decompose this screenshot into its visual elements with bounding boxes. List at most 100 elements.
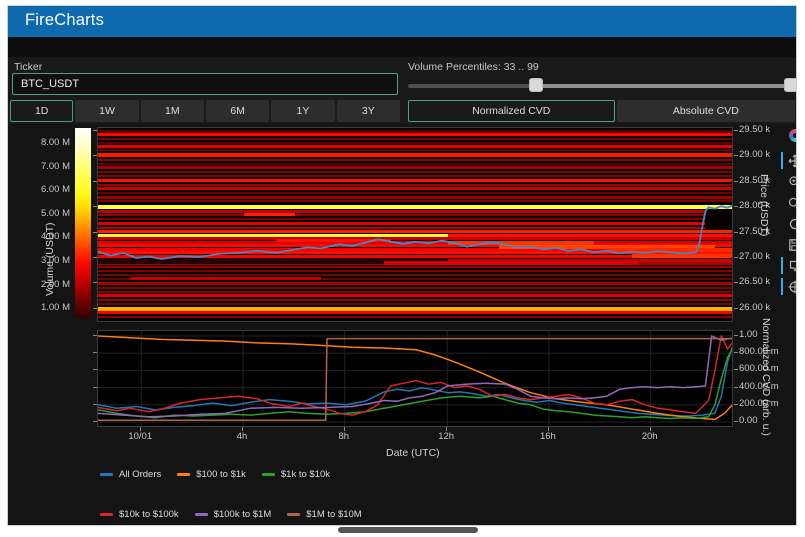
tick-mark: [446, 427, 447, 431]
tick-label: 7.00 M: [30, 162, 70, 172]
tick-mark: [734, 282, 738, 283]
tick-mark: [734, 369, 738, 370]
wheel-zoom-tool-icon[interactable]: [787, 195, 797, 210]
volume-percentiles-slider[interactable]: [408, 57, 795, 97]
tick-label: 20h: [630, 432, 670, 442]
bokeh-logo-icon[interactable]: [787, 128, 797, 143]
tick-mark: [734, 335, 738, 336]
tick-mark: [734, 308, 738, 309]
legend-item: $1k to $10k: [262, 469, 330, 480]
tick-label: 1.00 M: [30, 303, 70, 313]
timeframe-1d-button[interactable]: 1D: [10, 100, 73, 122]
subbar: [8, 37, 796, 57]
crosshair-tool-icon[interactable]: [787, 279, 797, 294]
cvd-lines: [98, 331, 733, 427]
tick-mark: [734, 387, 738, 388]
x-axis-title: Date (UTC): [386, 447, 440, 459]
legend-label: $10k to $100k: [119, 509, 179, 520]
volume-heatmap-plot[interactable]: [97, 127, 733, 322]
pan-tool-icon[interactable]: [787, 153, 797, 168]
legend-row-1: All Orders $100 to $1k $1k to $10k: [100, 468, 330, 480]
tick-label: 16h: [528, 432, 568, 442]
tick-label: 1.00: [739, 330, 758, 340]
tick-mark: [93, 335, 97, 336]
tick-mark: [93, 232, 97, 233]
tick-label: 29.00 k: [739, 150, 770, 160]
legend-row-2: $10k to $100k $100k to $1M $1M to $10M: [100, 508, 362, 520]
tick-mark: [93, 206, 97, 207]
legend-item: $1M to $10M: [287, 509, 361, 520]
legend-swatch: [100, 473, 113, 476]
tick-mark: [93, 257, 97, 258]
ticker-input[interactable]: [12, 73, 398, 95]
tick-label: 0.00: [739, 416, 758, 426]
scrollbar-thumb[interactable]: [338, 527, 478, 533]
hover-tool-icon[interactable]: [787, 258, 797, 273]
tick-label: 8h: [324, 432, 364, 442]
tick-mark: [650, 427, 651, 431]
tick-mark: [242, 427, 243, 431]
legend-swatch: [287, 513, 300, 516]
absolute-cvd-button[interactable]: Absolute CVD: [617, 100, 795, 122]
reset-tool-icon[interactable]: [787, 216, 797, 231]
legend-swatch: [195, 513, 208, 516]
timeframe-1m-button[interactable]: 1M: [141, 100, 204, 122]
timeframe-1y-button[interactable]: 1Y: [271, 100, 334, 122]
legend-item: All Orders: [100, 469, 161, 480]
tick-mark: [93, 404, 97, 405]
legend-label: $100k to $1M: [214, 509, 272, 520]
tick-mark: [344, 427, 345, 431]
legend-label: $1M to $10M: [306, 509, 361, 520]
timeframe-buttons: 1D1W1M6M1Y3Y: [10, 100, 400, 122]
cvd-plot[interactable]: [97, 330, 733, 427]
tick-mark: [93, 282, 97, 283]
legend-swatch: [100, 513, 113, 516]
timeframe-6m-button[interactable]: 6M: [206, 100, 269, 122]
tick-label: 200.00 m: [739, 399, 779, 409]
bokeh-toolbar: [786, 128, 797, 294]
normalized-cvd-button[interactable]: Normalized CVD: [408, 100, 615, 122]
timeframe-3y-button[interactable]: 3Y: [337, 100, 400, 122]
legend-item: $100 to $1k: [177, 469, 246, 480]
tick-mark: [734, 130, 738, 131]
tick-mark: [93, 369, 97, 370]
tick-mark: [734, 232, 738, 233]
tick-label: 2.00 M: [30, 280, 70, 290]
legend-item: $100k to $1M: [195, 509, 272, 520]
cvd-mode-buttons: Normalized CVDAbsolute CVD: [408, 100, 795, 122]
legend-label: All Orders: [119, 469, 161, 480]
tick-mark: [734, 206, 738, 207]
tick-mark: [734, 181, 738, 182]
legend-label: $100 to $1k: [196, 469, 246, 480]
tick-label: 3.00 M: [30, 256, 70, 266]
tick-label: 400.00 m: [739, 382, 779, 392]
timeframe-1w-button[interactable]: 1W: [75, 100, 138, 122]
controls-panel: Ticker Volume Percentiles: 33 .. 99 1D1W…: [8, 57, 796, 124]
tick-mark: [93, 352, 97, 353]
slider-handle-min[interactable]: [529, 78, 543, 92]
bokeh-logo-icon: [789, 129, 798, 142]
legend-label: $1k to $10k: [281, 469, 330, 480]
tick-mark: [93, 181, 97, 182]
tick-mark: [734, 404, 738, 405]
tick-label: 4.00 M: [30, 232, 70, 242]
tick-mark: [93, 387, 97, 388]
tick-mark: [140, 427, 141, 431]
save-tool-icon[interactable]: [787, 237, 797, 252]
volume-colorbar: [75, 128, 91, 318]
price-line: [98, 128, 733, 322]
tick-label: 5.00 M: [30, 209, 70, 219]
legend-swatch: [262, 473, 275, 476]
tick-label: 27.00 k: [739, 252, 770, 262]
slider-selected-range[interactable]: [536, 84, 791, 88]
tick-label: 800.00 m: [739, 347, 779, 357]
slider-handle-max[interactable]: [784, 78, 797, 92]
app-title: FireCharts: [25, 11, 104, 30]
tick-label: 4h: [222, 432, 262, 442]
price-axis-title: Price (USDT): [758, 174, 770, 236]
tick-label: 12h: [426, 432, 466, 442]
tick-mark: [734, 352, 738, 353]
legend-item: $10k to $100k: [100, 509, 179, 520]
box-zoom-tool-icon[interactable]: [787, 174, 797, 189]
tick-label: 29.50 k: [739, 125, 770, 135]
